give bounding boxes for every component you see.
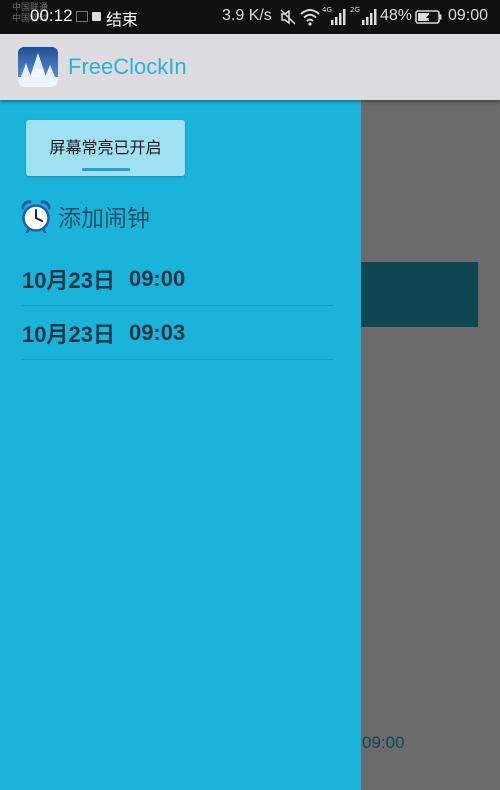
alarm-time: 09:00: [128, 265, 186, 291]
snowy-tree-app-icon: [18, 47, 58, 87]
wifi-icon: [300, 9, 320, 26]
net2-label: 2G: [350, 6, 360, 14]
signal-2-icon: [362, 9, 377, 25]
app-bar: FreeClockIn: [0, 34, 500, 100]
add-alarm-label: 添加闹钟: [58, 206, 150, 232]
status-bar: 中国联通 中国移动 00:12 结束 3.9 K/s 4G 2G 48% 09:…: [0, 0, 500, 34]
image-notification-icon: [76, 11, 88, 22]
alarm-list-item[interactable]: 10月23日 09:03: [22, 306, 333, 360]
alarm-date: 10月23日: [22, 267, 115, 293]
toggle-indicator: [82, 168, 130, 171]
add-alarm-button[interactable]: 添加闹钟: [20, 198, 150, 234]
screen-on-toggle-label: 屏幕常亮已开启: [49, 138, 162, 157]
app-title: FreeClockIn: [68, 54, 187, 79]
mute-icon: [280, 9, 296, 25]
net-speed: 3.9 K/s: [222, 7, 272, 24]
alarm-date: 10月23日: [22, 321, 115, 347]
signal-icon: [331, 9, 346, 25]
battery-icon: [415, 10, 442, 24]
navigation-drawer: 屏幕常亮已开启 添加闹钟 10月23日 09:00 10月23日 09:03: [0, 100, 361, 790]
alarm-list-item[interactable]: 10月23日 09:00: [22, 252, 333, 306]
stop-icon: [92, 12, 101, 21]
background-time: 09:00: [362, 733, 405, 752]
status-time-left: 00:12: [30, 6, 73, 25]
battery-percent: 48%: [380, 7, 413, 24]
screen-on-toggle-button[interactable]: 屏幕常亮已开启: [26, 120, 185, 176]
alarm-time: 09:03: [128, 319, 186, 345]
activity-label: 结束: [106, 10, 139, 29]
status-time-right: 09:00: [448, 7, 489, 24]
alarm-clock-icon: [21, 200, 51, 233]
